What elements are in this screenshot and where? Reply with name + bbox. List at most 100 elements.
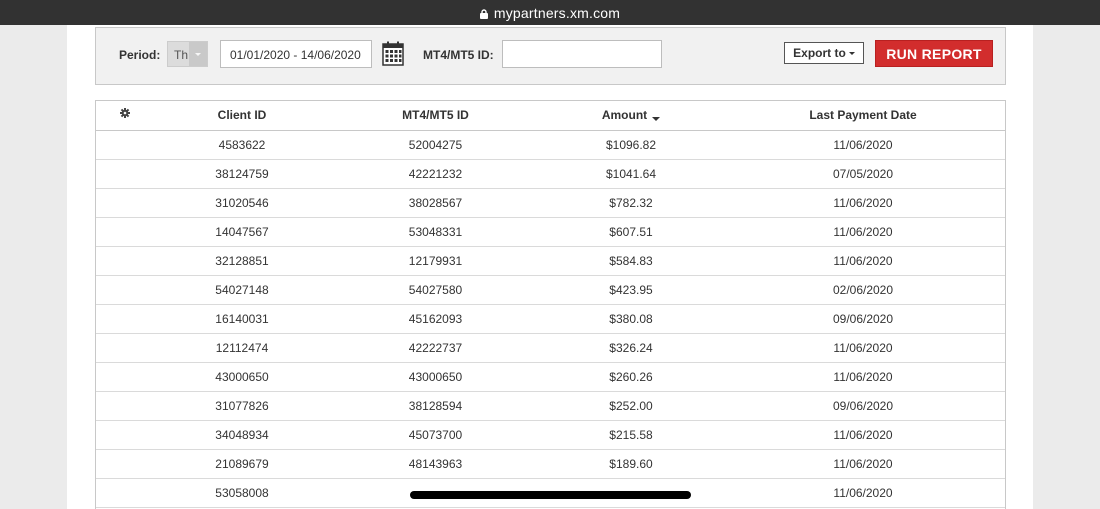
lock-icon <box>479 9 488 19</box>
cell-last-payment-date: 11/06/2020 <box>721 362 1005 392</box>
cell-last-payment-date: 11/06/2020 <box>721 217 1005 247</box>
period-select-value: Th <box>168 42 189 66</box>
cell-spacer <box>96 130 154 160</box>
cell-mt-id: 38128594 <box>330 391 541 421</box>
cell-mt-id: 45073700 <box>330 420 541 450</box>
cell-amount: $189.60 <box>541 449 721 479</box>
cell-last-payment-date: 11/06/2020 <box>721 420 1005 450</box>
table-row[interactable]: 16140031 45162093 $380.08 09/06/2020 <box>96 304 1005 334</box>
cell-client-id: 53058008 <box>154 478 330 508</box>
cell-last-payment-date: 02/06/2020 <box>721 275 1005 305</box>
caret-down-icon <box>848 51 855 55</box>
cell-last-payment-date: 11/06/2020 <box>721 333 1005 363</box>
table-header-row: Client ID MT4/MT5 ID Amount Last Payment… <box>96 101 1005 131</box>
column-header-client-id[interactable]: Client ID <box>154 101 330 131</box>
cell-spacer <box>96 246 154 276</box>
cell-last-payment-date: 11/06/2020 <box>721 130 1005 160</box>
cell-client-id: 14047567 <box>154 217 330 247</box>
cell-mt-id: 42222737 <box>330 333 541 363</box>
cell-spacer <box>96 217 154 247</box>
cell-mt-id: 48143963 <box>330 449 541 479</box>
column-header-last-payment-date[interactable]: Last Payment Date <box>721 101 1005 131</box>
filter-panel: Period: Th 01/01/2020 - 14/06/2020 MT4/M… <box>95 27 1006 85</box>
cell-client-id: 43000650 <box>154 362 330 392</box>
cell-mt-id: 42221232 <box>330 159 541 189</box>
cell-mt-id: 38028567 <box>330 188 541 218</box>
date-range-input[interactable]: 01/01/2020 - 14/06/2020 <box>220 40 372 68</box>
gear-icon[interactable] <box>120 107 130 119</box>
cell-mt-id: 52004275 <box>330 130 541 160</box>
mt-id-input[interactable] <box>502 40 662 68</box>
cell-mt-id: 12179931 <box>330 246 541 276</box>
table-row[interactable]: 21089679 48143963 $189.60 11/06/2020 <box>96 449 1005 479</box>
cell-spacer <box>96 420 154 450</box>
cell-amount: $215.58 <box>541 420 721 450</box>
table-row[interactable]: 14047567 53048331 $607.51 11/06/2020 <box>96 217 1005 247</box>
cell-client-id: 21089679 <box>154 449 330 479</box>
cell-mt-id: 53048331 <box>330 217 541 247</box>
cell-mt-id: 45162093 <box>330 304 541 334</box>
table-row[interactable]: 38124759 42221232 $1041.64 07/05/2020 <box>96 159 1005 189</box>
cell-amount: $380.08 <box>541 304 721 334</box>
cell-client-id: 31020546 <box>154 188 330 218</box>
report-table: Client ID MT4/MT5 ID Amount Last Payment… <box>95 100 1006 509</box>
cell-client-id: 4583622 <box>154 130 330 160</box>
table-row[interactable]: 12112474 42222737 $326.24 11/06/2020 <box>96 333 1005 363</box>
cell-mt-id: 54027580 <box>330 275 541 305</box>
cell-last-payment-date: 11/06/2020 <box>721 449 1005 479</box>
cell-spacer <box>96 449 154 479</box>
url-bar[interactable]: mypartners.xm.com <box>0 0 1100 25</box>
cell-last-payment-date: 11/06/2020 <box>721 188 1005 218</box>
column-header-amount[interactable]: Amount <box>541 101 721 131</box>
cell-last-payment-date: 11/06/2020 <box>721 246 1005 276</box>
export-button[interactable]: Export to <box>784 42 864 64</box>
period-select[interactable]: Th <box>167 41 208 67</box>
cell-amount: $1096.82 <box>541 130 721 160</box>
cell-last-payment-date: 07/05/2020 <box>721 159 1005 189</box>
cell-spacer <box>96 159 154 189</box>
cell-amount: $1041.64 <box>541 159 721 189</box>
cell-last-payment-date: 11/06/2020 <box>721 478 1005 508</box>
chevron-down-icon <box>189 42 207 66</box>
export-button-label: Export to <box>793 46 846 60</box>
cell-spacer <box>96 362 154 392</box>
cell-last-payment-date: 09/06/2020 <box>721 304 1005 334</box>
cell-spacer <box>96 478 154 508</box>
cell-client-id: 31077826 <box>154 391 330 421</box>
table-row[interactable]: 31020546 38028567 $782.32 11/06/2020 <box>96 188 1005 218</box>
period-label: Period: <box>119 48 161 62</box>
cell-amount: $782.32 <box>541 188 721 218</box>
table-row[interactable]: 4583622 52004275 $1096.82 11/06/2020 <box>96 130 1005 160</box>
cell-mt-id: 43000650 <box>330 362 541 392</box>
cell-spacer <box>96 391 154 421</box>
url-text: mypartners.xm.com <box>493 4 621 21</box>
cell-amount: $260.26 <box>541 362 721 392</box>
cell-amount: $252.00 <box>541 391 721 421</box>
cell-client-id: 34048934 <box>154 420 330 450</box>
sort-desc-icon <box>652 117 661 122</box>
cell-amount: $326.24 <box>541 333 721 363</box>
table-row[interactable]: 43000650 43000650 $260.26 11/06/2020 <box>96 362 1005 392</box>
table-row[interactable]: 31077826 38128594 $252.00 09/06/2020 <box>96 391 1005 421</box>
cell-client-id: 12112474 <box>154 333 330 363</box>
page-content: Period: Th 01/01/2020 - 14/06/2020 MT4/M… <box>67 25 1033 509</box>
cell-spacer <box>96 304 154 334</box>
column-header-mt-id[interactable]: MT4/MT5 ID <box>330 101 541 131</box>
cell-last-payment-date: 09/06/2020 <box>721 391 1005 421</box>
mt-id-label: MT4/MT5 ID: <box>423 48 494 62</box>
table-row[interactable]: 34048934 45073700 $215.58 11/06/2020 <box>96 420 1005 450</box>
cell-amount: $607.51 <box>541 217 721 247</box>
column-header-amount-label: Amount <box>601 108 648 123</box>
cell-amount: $584.83 <box>541 246 721 276</box>
cell-spacer <box>96 333 154 363</box>
cell-spacer <box>96 188 154 218</box>
cell-client-id: 38124759 <box>154 159 330 189</box>
cell-amount: $423.95 <box>541 275 721 305</box>
table-row[interactable]: 54027148 54027580 $423.95 02/06/2020 <box>96 275 1005 305</box>
calendar-icon[interactable] <box>382 41 404 67</box>
cell-client-id: 16140031 <box>154 304 330 334</box>
run-report-button[interactable]: RUN REPORT <box>875 40 993 67</box>
cell-client-id: 54027148 <box>154 275 330 305</box>
column-settings[interactable] <box>96 101 154 131</box>
table-row[interactable]: 32128851 12179931 $584.83 11/06/2020 <box>96 246 1005 276</box>
